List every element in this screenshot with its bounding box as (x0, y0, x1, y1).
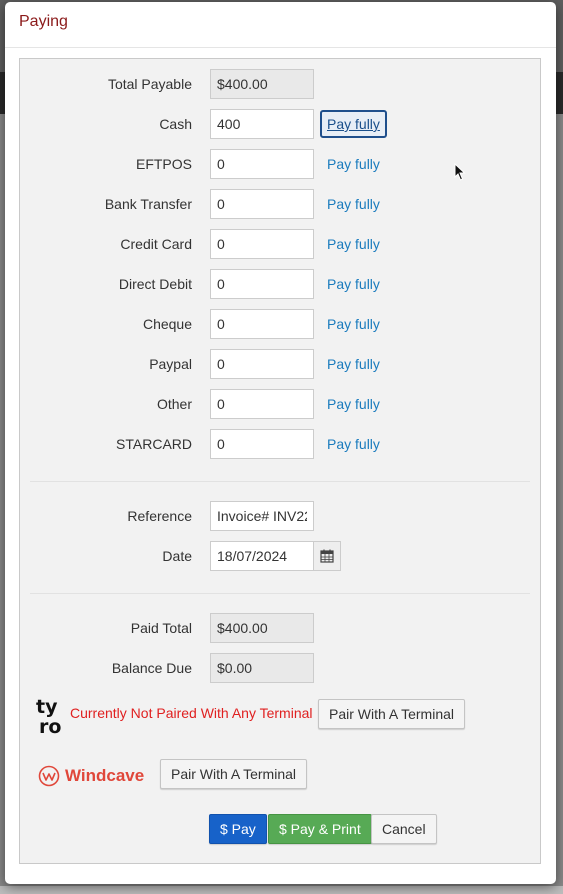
direct-debit-amount-input[interactable] (210, 269, 314, 299)
background-footer (0, 886, 563, 894)
payment-row-other: Other Pay fully (20, 389, 540, 419)
payment-method-label: Cheque (142, 316, 192, 332)
pay-fully-direct-debit-link[interactable]: Pay fully (320, 270, 387, 298)
payment-method-label: Credit Card (120, 236, 192, 252)
modal-title: Paying (19, 13, 68, 30)
windcave-logo: Windcave (38, 765, 144, 787)
payment-row-paypal: Paypal Pay fully (20, 349, 540, 379)
windcave-logo-text: Windcave (65, 766, 145, 785)
tyro-status-text: Currently Not Paired With Any Terminal (70, 705, 313, 721)
tyro-logo-line1: ty (36, 696, 58, 718)
date-row: Date (20, 541, 540, 571)
payment-method-label: EFTPOS (135, 156, 192, 172)
pay-fully-eftpos-link[interactable]: Pay fully (320, 150, 387, 178)
modal-header: Paying (5, 2, 556, 48)
credit-card-amount-input[interactable] (210, 229, 314, 259)
tyro-logo: ty ro (36, 695, 66, 740)
windcave-icon (38, 765, 60, 787)
paypal-amount-input[interactable] (210, 349, 314, 379)
pay-fully-cheque-link[interactable]: Pay fully (320, 310, 387, 338)
tyro-logo-line2: ro (39, 716, 61, 737)
payment-row-cash: Cash Pay fully (20, 109, 540, 139)
pay-fully-other-link[interactable]: Pay fully (320, 390, 387, 418)
paying-modal: Paying Total Payable Cash Pay fully EFTP… (5, 2, 556, 884)
payment-method-label: Cash (159, 116, 192, 132)
payment-row-direct-debit: Direct Debit Pay fully (20, 269, 540, 299)
paid-total-field (210, 613, 314, 643)
payment-method-label: Other (156, 396, 192, 412)
other-amount-input[interactable] (210, 389, 314, 419)
total-payable-label: Total Payable (107, 76, 192, 92)
balance-due-label: Balance Due (111, 660, 192, 676)
payment-method-label: STARCARD (116, 436, 192, 452)
reference-row: Reference (20, 501, 540, 531)
cancel-button[interactable]: Cancel (371, 814, 437, 844)
pay-fully-paypal-link[interactable]: Pay fully (320, 350, 387, 378)
payment-row-starcard: STARCARD Pay fully (20, 429, 540, 459)
reference-input[interactable] (210, 501, 314, 531)
total-payable-field (210, 69, 314, 99)
payment-method-label: Paypal (149, 356, 192, 372)
calendar-icon[interactable] (313, 541, 341, 571)
eftpos-amount-input[interactable] (210, 149, 314, 179)
balance-due-field (210, 653, 314, 683)
payment-row-credit-card: Credit Card Pay fully (20, 229, 540, 259)
windcave-pair-terminal-button[interactable]: Pair With A Terminal (160, 759, 308, 789)
paid-total-row: Paid Total (20, 613, 540, 643)
date-input[interactable] (210, 541, 314, 571)
bank-transfer-amount-input[interactable] (210, 189, 314, 219)
paid-total-label: Paid Total (130, 620, 192, 636)
pay-fully-starcard-link[interactable]: Pay fully (320, 430, 387, 458)
total-payable-row: Total Payable (20, 69, 540, 99)
divider (30, 593, 530, 594)
pay-and-print-button[interactable]: $ Pay & Print (268, 814, 372, 844)
payment-row-cheque: Cheque Pay fully (20, 309, 540, 339)
payment-method-label: Direct Debit (118, 276, 192, 292)
cash-amount-input[interactable] (210, 109, 314, 139)
tyro-logo-mark: ty ro (36, 696, 61, 738)
pay-fully-bank-transfer-link[interactable]: Pay fully (320, 190, 387, 218)
pay-button[interactable]: $ Pay (209, 814, 267, 844)
tyro-pair-terminal-button[interactable]: Pair With A Terminal (318, 699, 466, 729)
pay-fully-credit-card-link[interactable]: Pay fully (320, 230, 387, 258)
cheque-amount-input[interactable] (210, 309, 314, 339)
pay-fully-cash-link[interactable]: Pay fully (320, 110, 387, 138)
payment-method-label: Bank Transfer (104, 196, 192, 212)
starcard-amount-input[interactable] (210, 429, 314, 459)
date-picker (210, 541, 341, 571)
mouse-cursor-icon (454, 162, 466, 184)
reference-label: Reference (127, 508, 192, 524)
date-label: Date (162, 548, 192, 564)
balance-due-row: Balance Due (20, 653, 540, 683)
payment-row-bank-transfer: Bank Transfer Pay fully (20, 189, 540, 219)
divider (30, 481, 530, 482)
